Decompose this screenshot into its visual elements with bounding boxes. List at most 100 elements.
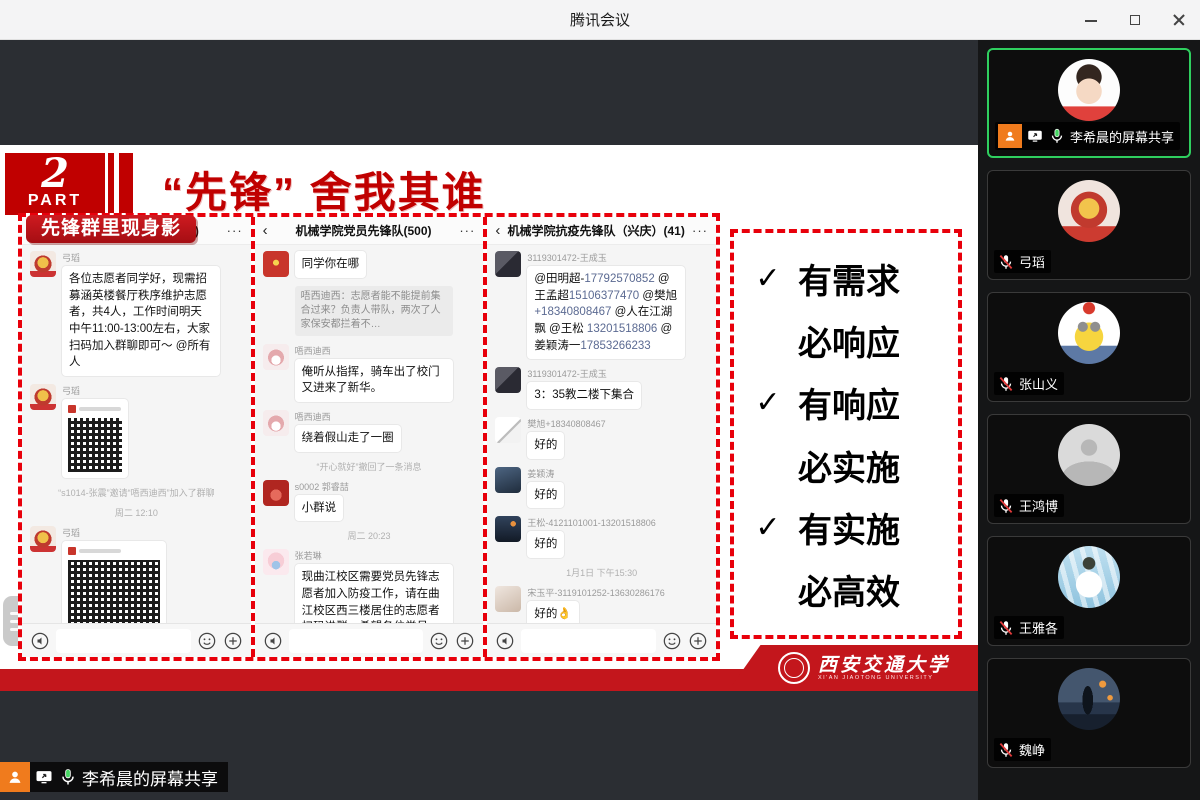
university-seal-icon [778,652,810,684]
photo-blue-avatar [495,467,521,493]
mic-muted-icon [997,619,1015,637]
section-badge: 先锋群里现身影 [26,215,196,243]
message-body: 同学你在哪 [295,251,367,278]
university-name-block: 西安交通大学 XI'AN JIAOTONG UNIVERSITY [818,655,950,682]
checklist-text: 必实施 [798,441,900,490]
message-bubble: 3：35教二楼下集合 [527,382,641,409]
message-body: 唔西迪西绕着假山走了一圈 [295,410,401,452]
ironman-avatar [30,526,56,552]
participant-tile[interactable]: 魏峥 [987,658,1191,768]
participant-tile[interactable]: 李希晨的屏幕共享 [987,48,1191,158]
check-icon: ✓ [750,510,786,545]
sender-name: 樊旭+18340808467 [527,417,605,430]
bear-avatar [263,410,289,436]
person-icon [0,762,30,792]
more-icon: ··· [227,223,243,238]
sender-name: 唔西迪西 [295,410,401,423]
checklist-text: 有需求 [798,254,900,303]
mic-muted-icon [997,497,1015,515]
presentation-slide: 2 PART “先锋” 舍我其谁 ‹机械学院党员先锋队(500)···弓瑫各位志… [0,145,978,691]
part-label: PART [5,192,105,210]
sketch-white-avatar [495,417,521,443]
participant-name: 弓瑫 [1019,252,1045,271]
part-number: 2 [5,153,105,195]
participant-tile[interactable]: 王鸿博 [987,414,1191,524]
more-icon: ··· [459,223,475,238]
chat-screenshot: ‹机械学院党员先锋队(500)···同学你在哪唔西迪西：志愿者能不能提前集合过来… [251,217,484,657]
participant-name: 李希晨的屏幕共享 [1070,127,1174,146]
check-icon: ✓ [750,261,786,296]
chat-input-bar [487,623,716,657]
checklist-row: 必高效 [750,565,958,614]
message-bubble: 好的 [527,482,564,509]
chat-message: 唔西迪西绕着假山走了一圈 [263,410,476,452]
timestamp: 周二 20:23 [263,529,476,542]
qr-code-image [68,418,122,472]
red-envelope-avatar [263,251,289,277]
maximize-icon[interactable] [1128,13,1142,27]
university-footer: 西安交通大学 XI'AN JIAOTONG UNIVERSITY [728,645,978,691]
participant-label: 王雅各 [994,616,1064,639]
qr-card-header [68,547,160,555]
share-banner: 李希晨的屏幕共享 [0,762,228,792]
photo-night-avatar [495,516,521,542]
message-input [56,629,191,653]
participant-label: 李希晨的屏幕共享 [995,122,1180,150]
night-scene-avatar [1058,668,1120,730]
system-message: “开心就好”撤回了一条消息 [263,460,476,473]
participant-tile[interactable]: 张山义 [987,292,1191,402]
message-body: 3119301472-王成玉@田明超-17792570852 @王孟超15106… [527,251,685,359]
bear-avatar [263,344,289,370]
ironman-avatar [30,251,56,277]
chat-message: 同学你在哪 [263,251,476,278]
chat-messages: 3119301472-王成玉@田明超-17792570852 @王孟超15106… [487,245,716,623]
timestamp: 1月1日 下午15:30 [495,566,708,579]
mini-logo-icon [68,405,76,413]
sender-name: 宋玉平-3119101252-13630286176 [527,586,664,599]
quoted-reply: 唔西迪西：志愿者能不能提前集合过来？负责人带队，两次了人家保安都拦着不… [295,286,453,336]
mic-muted-icon [997,741,1015,759]
mic-muted-icon [997,253,1015,271]
close-icon[interactable] [1172,13,1186,27]
check-icon: ✓ [750,385,786,420]
message-bubble: 现曲江校区需要党员先锋志愿者加入防疫工作，请在曲江校区西三楼居住的志愿者扫码进群… [295,564,453,623]
sender-name: 王松-4121101001-13201518806 [527,516,655,529]
chat-message: 3119301472-王成玉3：35教二楼下集合 [495,367,708,409]
checklist-text: 必响应 [798,316,900,365]
checklist-row: ✓ 有需求 [750,254,958,303]
chat-message: 3119301472-王成玉@田明超-17792570852 @王孟超15106… [495,251,708,359]
ironman-avatar [1058,180,1120,242]
participant-name: 张山义 [1019,374,1058,393]
chat-message: 唔西迪西俺听从指挥，骑车出了校门又进来了新华。 [263,344,476,402]
plus-icon [223,631,243,651]
participant-tile[interactable]: 王雅各 [987,536,1191,646]
minimize-icon[interactable] [1084,13,1098,27]
mic-on-icon [58,767,78,787]
sender-name: s0002 郭睿喆 [295,480,349,493]
titlebar: 腾讯会议 [0,0,1200,40]
chat-screenshot: ‹机械学院党员先锋队(500)···弓瑫各位志愿者同学好，现需招募涵英楼餐厅秩序… [22,217,251,657]
photo-light-avatar [495,586,521,612]
participant-label: 王鸿博 [994,494,1064,517]
participants-sidebar: 李希晨的屏幕共享弓瑫张山义王鸿博王雅各魏峥 [978,40,1200,800]
message-input [521,629,656,653]
caption-placeholder [79,407,121,411]
checklist-row: ✓有实施 [750,503,958,552]
message-body: 弓瑫 [62,526,166,623]
voice-icon [263,631,283,651]
message-body: 弓瑫 [62,384,128,478]
qr-code-card [62,541,166,623]
emoji-icon [662,631,682,651]
chat-message: s0002 郭睿喆小群说 [263,480,476,522]
chat-message: 姜颖涛好的 [495,467,708,509]
participant-name: 王鸿博 [1019,496,1058,515]
woman-face-avatar [1058,59,1120,121]
participant-tile[interactable]: 弓瑫 [987,170,1191,280]
chat-group-title: 机械学院党员先锋队(500) [268,222,460,239]
sender-name: 3119301472-王成玉 [527,251,685,264]
mic-muted-icon [997,375,1015,393]
shared-screen-view: 2 PART “先锋” 舍我其谁 ‹机械学院党员先锋队(500)···弓瑫各位志… [0,40,978,800]
chat-message: 弓瑫各位志愿者同学好，现需招募涵英楼餐厅秩序维护志愿者，共4人，工作时间明天中午… [30,251,243,376]
sender-name: 弓瑫 [62,384,128,397]
checklist-row: ✓有响应 [750,378,958,427]
